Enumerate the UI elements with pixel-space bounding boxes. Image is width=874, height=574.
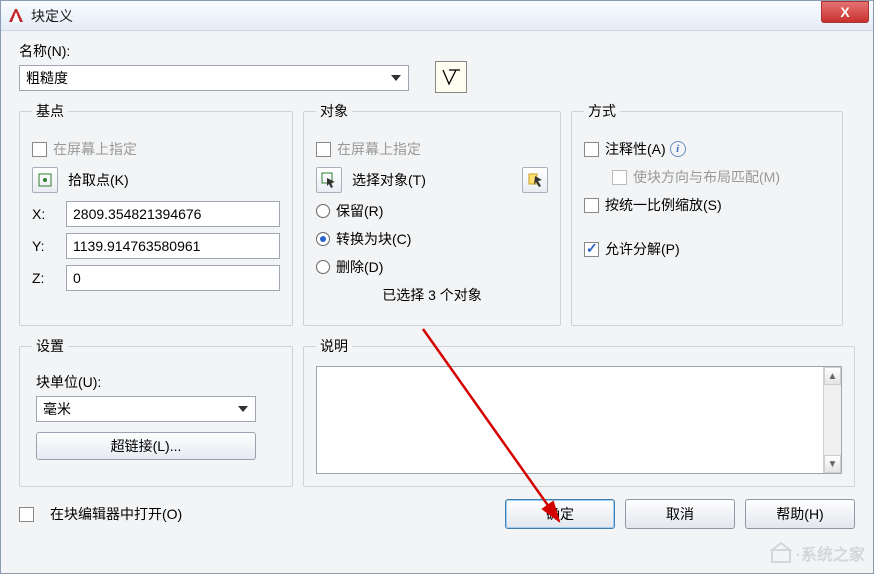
ok-button[interactable]: 确定 <box>505 499 615 529</box>
quick-select-button[interactable] <box>522 167 548 193</box>
cancel-label: 取消 <box>666 504 694 524</box>
onscreen-base-checkbox <box>32 142 47 157</box>
y-input[interactable] <box>66 233 280 259</box>
allow-exploding-label: 允许分解(P) <box>605 239 680 259</box>
convert-label: 转换为块(C) <box>336 229 411 249</box>
pick-point-icon <box>37 172 53 188</box>
scrollbar[interactable]: ▲ ▼ <box>823 367 841 473</box>
roughness-symbol-icon <box>440 66 462 88</box>
onscreen-objects-label: 在屏幕上指定 <box>337 139 421 159</box>
retain-radio[interactable] <box>316 204 330 218</box>
name-value: 粗糙度 <box>26 68 68 88</box>
onscreen-base-label: 在屏幕上指定 <box>53 139 137 159</box>
quick-select-icon <box>527 172 543 188</box>
description-group: 说明 ▲ ▼ <box>303 336 855 487</box>
help-label: 帮助(H) <box>776 504 823 524</box>
window-title: 块定义 <box>31 6 73 26</box>
block-unit-select[interactable]: 毫米 <box>36 396 256 422</box>
pick-point-button[interactable] <box>32 167 58 193</box>
settings-legend: 设置 <box>32 336 68 356</box>
hyperlink-label: 超链接(L)... <box>111 436 182 456</box>
match-layout-label: 使块方向与布局匹配(M) <box>633 167 780 187</box>
select-objects-icon <box>321 172 337 188</box>
description-legend: 说明 <box>316 336 352 356</box>
objects-legend: 对象 <box>316 101 352 121</box>
hyperlink-button[interactable]: 超链接(L)... <box>36 432 256 460</box>
y-label: Y: <box>32 238 56 254</box>
behavior-legend: 方式 <box>584 101 620 121</box>
selected-count-label: 已选择 3 个对象 <box>382 285 482 305</box>
scroll-down-icon[interactable]: ▼ <box>824 455 841 473</box>
close-button[interactable]: X <box>821 1 869 23</box>
ok-label: 确定 <box>546 504 574 524</box>
block-definition-dialog: 块定义 X 名称(N): 粗糙度 <box>0 0 874 574</box>
watermark-text: ·系统之家 <box>796 541 865 565</box>
select-objects-label: 选择对象(T) <box>352 170 426 190</box>
delete-label: 删除(D) <box>336 257 383 277</box>
app-icon <box>7 7 25 25</box>
match-layout-checkbox <box>612 170 627 185</box>
settings-group: 设置 块单位(U): 毫米 超链接(L)... <box>19 336 293 487</box>
allow-exploding-checkbox[interactable] <box>584 242 599 257</box>
close-icon: X <box>840 4 849 20</box>
chevron-down-icon <box>235 401 251 417</box>
watermark-icon <box>770 542 792 564</box>
block-preview <box>435 61 467 93</box>
annotative-checkbox[interactable] <box>584 142 599 157</box>
help-button[interactable]: 帮助(H) <box>745 499 855 529</box>
info-icon[interactable]: i <box>670 141 686 157</box>
behavior-group: 方式 注释性(A) i 使块方向与布局匹配(M) 按统一比例缩放(S) 允许分解… <box>571 101 843 326</box>
description-textarea[interactable]: ▲ ▼ <box>316 366 842 474</box>
block-unit-label: 块单位(U): <box>36 372 276 392</box>
dialog-content: 名称(N): 粗糙度 基点 <box>1 31 873 539</box>
scale-uniform-checkbox[interactable] <box>584 198 599 213</box>
delete-radio[interactable] <box>316 260 330 274</box>
chevron-down-icon <box>388 70 404 86</box>
base-point-group: 基点 在屏幕上指定 拾取点(K) X: Y: <box>19 101 293 326</box>
scroll-up-icon[interactable]: ▲ <box>824 367 841 385</box>
open-editor-label: 在块编辑器中打开(O) <box>50 504 182 524</box>
titlebar[interactable]: 块定义 X <box>1 1 873 31</box>
annotative-label: 注释性(A) <box>605 139 666 159</box>
open-editor-checkbox[interactable] <box>19 507 34 522</box>
retain-label: 保留(R) <box>336 201 383 221</box>
z-input[interactable] <box>66 265 280 291</box>
convert-radio[interactable] <box>316 232 330 246</box>
name-combobox[interactable]: 粗糙度 <box>19 65 409 91</box>
block-unit-value: 毫米 <box>43 399 71 419</box>
name-label: 名称(N): <box>19 41 409 61</box>
onscreen-objects-checkbox <box>316 142 331 157</box>
select-objects-button[interactable] <box>316 167 342 193</box>
objects-group: 对象 在屏幕上指定 选择对象(T) 保留(R <box>303 101 561 326</box>
z-label: Z: <box>32 270 56 286</box>
cancel-button[interactable]: 取消 <box>625 499 735 529</box>
x-label: X: <box>32 206 56 222</box>
name-row: 名称(N): 粗糙度 <box>19 41 855 91</box>
footer: 在块编辑器中打开(O) 确定 取消 帮助(H) <box>19 499 855 529</box>
watermark: ·系统之家 <box>770 541 865 565</box>
scale-uniform-label: 按统一比例缩放(S) <box>605 195 722 215</box>
pick-point-label: 拾取点(K) <box>68 170 129 190</box>
base-point-legend: 基点 <box>32 101 68 121</box>
x-input[interactable] <box>66 201 280 227</box>
